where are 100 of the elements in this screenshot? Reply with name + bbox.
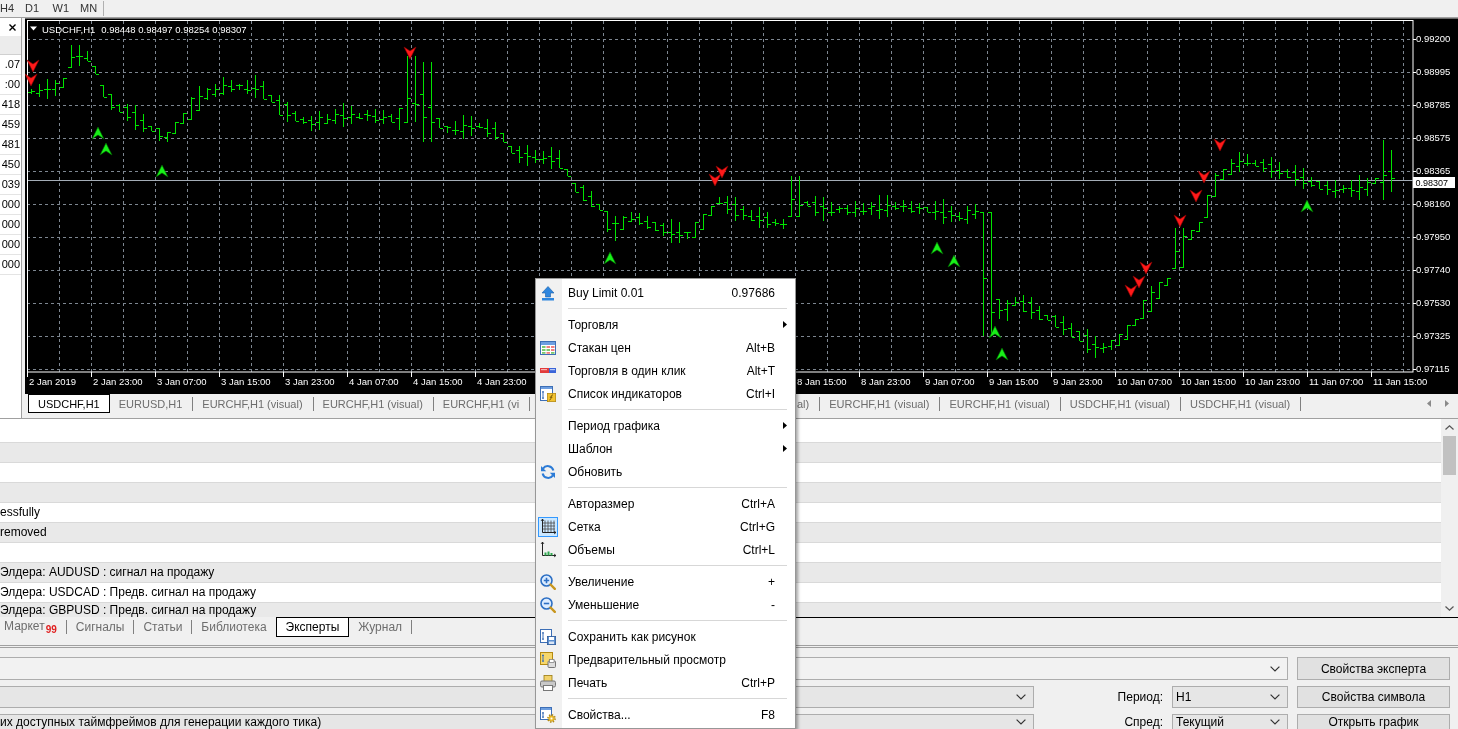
- chevron-down-icon: [1270, 694, 1280, 700]
- chart-tab[interactable]: USDCHF,H1 (visual): [1060, 394, 1180, 413]
- up-arrow-icon: [947, 254, 961, 268]
- menu-item[interactable]: Увеличение +: [538, 570, 793, 593]
- menu-item[interactable]: Buy Limit 0.01 0.97686: [538, 281, 793, 304]
- chart-tab[interactable]: USDCHF,H1 (visual): [1181, 394, 1301, 413]
- menu-item[interactable]: Объемы Ctrl+L: [538, 538, 793, 561]
- price-axis-label: 0.98995: [1416, 66, 1451, 77]
- timeframe-button[interactable]: D1: [25, 0, 53, 17]
- price-cell: 000: [0, 195, 21, 215]
- down-arrow-icon: [1189, 189, 1203, 203]
- menu-item[interactable]: Предварительный просмотр: [538, 648, 793, 671]
- price-cell: 481: [0, 135, 21, 155]
- current-price-tag: 0.98307: [1413, 177, 1455, 188]
- price-axis-label: 0.98575: [1416, 132, 1451, 143]
- time-axis-label: 9 Jan 15:00: [989, 376, 1039, 387]
- chart-tab[interactable]: EURCHF,H1 (visual): [313, 394, 433, 413]
- select-field[interactable]: Текущий: [1172, 714, 1288, 729]
- down-arrow-icon: [1124, 284, 1138, 298]
- log-message: Элдера: USDCAD : Предв. сигнал на продажу: [0, 585, 257, 599]
- time-axis-label: 11 Jan 15:00: [1373, 376, 1428, 387]
- log-message: Элдера: GBPUSD : Предв. сигнал на продажу: [0, 603, 257, 617]
- select-field[interactable]: H1: [1172, 686, 1288, 708]
- chart-tab[interactable]: EURCHF,H1 (visual): [820, 394, 940, 413]
- down-arrow-icon: [1213, 138, 1227, 152]
- chevron-down-icon: [1016, 719, 1026, 725]
- scroll-up-icon[interactable]: [1445, 425, 1454, 430]
- chart-symbol: USDCHF,H1: [42, 23, 96, 35]
- expert-properties-button[interactable]: Свойства эксперта: [1297, 657, 1450, 680]
- menu-item[interactable]: Сохранить как рисунок: [538, 625, 793, 648]
- menu-item[interactable]: Обновить: [538, 460, 793, 483]
- time-axis-label: 4 Jan 07:00: [349, 376, 399, 387]
- price-axis-label: 0.97115: [1416, 363, 1450, 374]
- caret-icon[interactable]: [30, 26, 37, 31]
- scrollbar-thumb[interactable]: [1443, 436, 1456, 475]
- scroll-left-icon[interactable]: [1427, 400, 1431, 407]
- menu-item[interactable]: Авторазмер Ctrl+A: [538, 492, 793, 515]
- price-axis-label: 0.99200: [1416, 33, 1451, 44]
- timeframe-button[interactable]: MN: [80, 0, 108, 17]
- time-axis-label: 4 Jan 15:00: [413, 376, 463, 387]
- chart-tab[interactable]: USDCHF,H1: [28, 394, 110, 413]
- time-axis-label: 8 Jan 15:00: [797, 376, 847, 387]
- time-axis-label: 4 Jan 23:00: [477, 376, 527, 387]
- menu-item[interactable]: Период графика: [538, 414, 793, 437]
- timeframe-button[interactable]: W1: [52, 0, 80, 17]
- menu-item[interactable]: Шаблон: [538, 437, 793, 460]
- menu-item[interactable]: Печать Ctrl+P: [538, 671, 793, 694]
- chevron-down-icon: [1270, 665, 1280, 672]
- chart-tab[interactable]: EURUSD,H1: [109, 394, 193, 413]
- price-cell: 459: [0, 115, 21, 135]
- field-label: Период:: [1116, 689, 1164, 706]
- time-axis-label: 2 Jan 2019: [29, 376, 76, 387]
- time-axis-label: 11 Jan 07:00: [1309, 376, 1364, 387]
- down-arrow-icon: [715, 165, 729, 179]
- price-axis-label: 0.98365: [1416, 165, 1451, 176]
- log-message: Элдера: AUDUSD : сигнал на продажу: [0, 565, 215, 579]
- down-arrow-icon: [1173, 214, 1187, 228]
- terminal-tab[interactable]: Статьи: [134, 617, 192, 637]
- open-chart-button[interactable]: Открыть график: [1297, 714, 1450, 729]
- scroll-down-icon[interactable]: [1445, 606, 1454, 611]
- time-axis-label: 9 Jan 23:00: [1053, 376, 1103, 387]
- close-icon[interactable]: [9, 23, 16, 31]
- terminal-tab[interactable]: Эксперты: [275, 617, 350, 637]
- price-cell: 039: [0, 175, 21, 195]
- price-cell: 000: [0, 215, 21, 235]
- up-arrow-icon: [1300, 199, 1314, 213]
- down-arrow-icon: [1132, 275, 1146, 289]
- time-axis-label: 10 Jan 15:00: [1181, 376, 1236, 387]
- up-arrow-icon: [930, 241, 944, 255]
- menu-item[interactable]: Торговля: [538, 313, 793, 336]
- menu-item[interactable]: Стакан цен Alt+B: [538, 336, 793, 359]
- chart-tab[interactable]: EURCHF,H1 (vi: [433, 394, 530, 413]
- price-axis-label: 0.98785: [1416, 99, 1451, 110]
- down-arrow-icon: [1139, 261, 1153, 275]
- log-message: essfully: [0, 505, 40, 519]
- time-axis-label: 10 Jan 07:00: [1117, 376, 1172, 387]
- price-axis-label: 0.97530: [1416, 297, 1451, 308]
- price-cell: 418: [0, 95, 21, 115]
- time-axis-label: 10 Jan 23:00: [1245, 376, 1300, 387]
- menu-item[interactable]: Уменьшение -: [538, 593, 793, 616]
- menu-item[interactable]: Список индикаторов Ctrl+I: [538, 382, 793, 405]
- up-arrow-icon: [155, 164, 169, 178]
- up-arrow-icon: [988, 325, 1002, 339]
- chart-tab[interactable]: EURCHF,H1 (visual): [193, 394, 313, 413]
- timeframe-button[interactable]: H4: [0, 0, 25, 17]
- chart-tab[interactable]: al): [797, 394, 820, 413]
- price-axis-label: 0.98160: [1416, 198, 1451, 209]
- price-cell: 000: [0, 255, 21, 275]
- menu-item[interactable]: Сетка Ctrl+G: [538, 515, 793, 538]
- symbol-properties-button[interactable]: Свойства символа: [1297, 686, 1450, 708]
- terminal-tab[interactable]: Сигналы: [66, 617, 134, 637]
- time-axis-label: 3 Jan 07:00: [157, 376, 207, 387]
- scroll-right-icon[interactable]: [1445, 400, 1449, 407]
- up-arrow-icon: [995, 347, 1009, 361]
- down-arrow-icon: [708, 173, 722, 187]
- terminal-tab[interactable]: Библиотека: [192, 617, 276, 637]
- terminal-tab[interactable]: Маркет$_{99}$: [0, 617, 66, 637]
- chart-tab[interactable]: EURCHF,H1 (visual): [940, 394, 1060, 413]
- terminal-tab[interactable]: Журнал: [349, 617, 412, 637]
- menu-item[interactable]: Торговля в один клик Alt+T: [538, 359, 793, 382]
